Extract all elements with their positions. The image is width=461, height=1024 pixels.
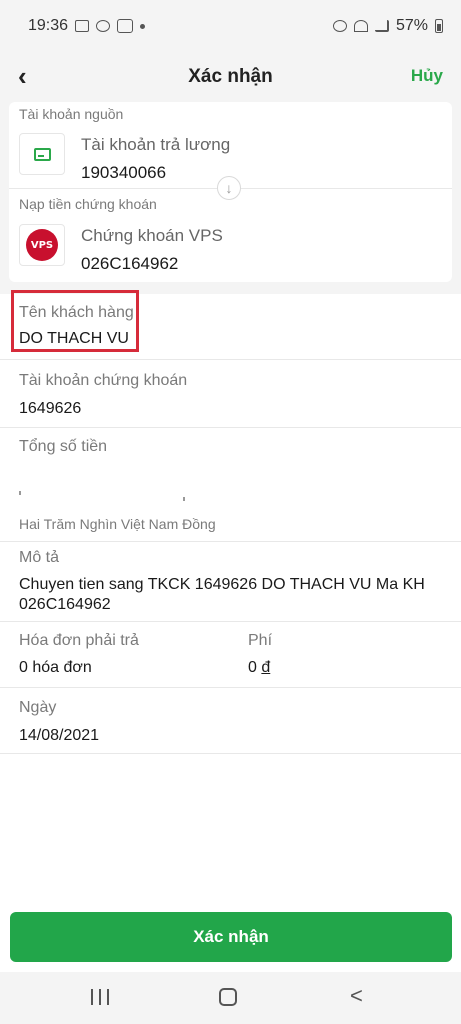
bills-value: 0 hóa đơn	[19, 659, 92, 676]
target-account-icon-box: VPS	[19, 224, 65, 266]
source-account-name: Tài khoản trả lương	[81, 135, 231, 154]
battery-icon	[435, 19, 443, 33]
securities-account-label: Tài khoản chứng khoán	[19, 372, 188, 389]
home-icon[interactable]	[219, 988, 237, 1006]
status-time: 19:36	[28, 17, 69, 34]
alarm-icon	[332, 20, 347, 32]
description-value: Chuyen tien sang TKCK 1649626 DO THACH V…	[19, 576, 425, 613]
fee-value-group: 0 đ	[248, 659, 270, 677]
transfer-card-area: Tài khoản nguồn Tài khoản trả lương 1903…	[0, 102, 461, 294]
notification-dot-icon	[140, 23, 146, 29]
signal-icon	[374, 20, 389, 32]
fee-value: 0	[248, 659, 257, 676]
fee-label: Phí	[248, 632, 273, 649]
date-row: Ngày 14/08/2021	[0, 688, 461, 754]
confirm-button[interactable]: Xác nhận	[10, 912, 452, 962]
target-account-name: Chứng khoán VPS	[81, 226, 223, 245]
total-amount-label: Tổng số tiền	[19, 438, 108, 455]
recent-apps-icon[interactable]	[91, 989, 109, 1005]
nav-back-icon[interactable]: <	[350, 983, 363, 1009]
bills-label: Hóa đơn phải trả	[19, 632, 139, 649]
fee-currency: đ	[261, 659, 271, 676]
target-account-label: Nạp tiền chứng khoán	[19, 196, 157, 212]
bills-fee-row: Hóa đơn phải trả 0 hóa đơn Phí 0 đ	[0, 622, 461, 688]
source-account-icon-box	[19, 133, 65, 175]
viber-icon	[96, 20, 111, 32]
date-value: 14/08/2021	[19, 727, 100, 744]
source-account-label: Tài khoản nguồn	[19, 106, 124, 122]
source-account-number: 190340066	[81, 163, 167, 182]
securities-account-value: 1649626	[19, 400, 82, 417]
wifi-icon	[353, 20, 368, 32]
status-bar: 19:36 57%	[0, 0, 461, 52]
description-label: Mô tả	[19, 549, 60, 566]
target-account-number: 026C164962	[81, 254, 179, 273]
securities-account-row: Tài khoản chứng khoán 1649626	[0, 360, 461, 428]
navigation-bar: <	[0, 972, 461, 1024]
cancel-button[interactable]: Hủy	[411, 66, 443, 86]
amount-in-words: Hai Trăm Nghìn Việt Nam Đồng	[19, 516, 216, 532]
highlight-annotation-box	[11, 290, 139, 352]
battery-percent: 57%	[395, 17, 428, 34]
page-title: Xác nhận	[188, 66, 273, 87]
zalo-icon	[117, 19, 134, 33]
header-bar: ‹ Xác nhận Hủy	[0, 52, 461, 102]
vps-logo: VPS	[26, 229, 58, 261]
bank-card-icon	[33, 147, 51, 161]
back-button[interactable]: ‹	[18, 63, 27, 89]
down-arrow-icon: ↓	[217, 176, 241, 200]
date-label: Ngày	[19, 699, 57, 716]
transfer-card: Tài khoản nguồn Tài khoản trả lương 1903…	[9, 102, 452, 282]
gallery-icon	[75, 20, 90, 32]
masked-amount-value	[19, 491, 189, 501]
